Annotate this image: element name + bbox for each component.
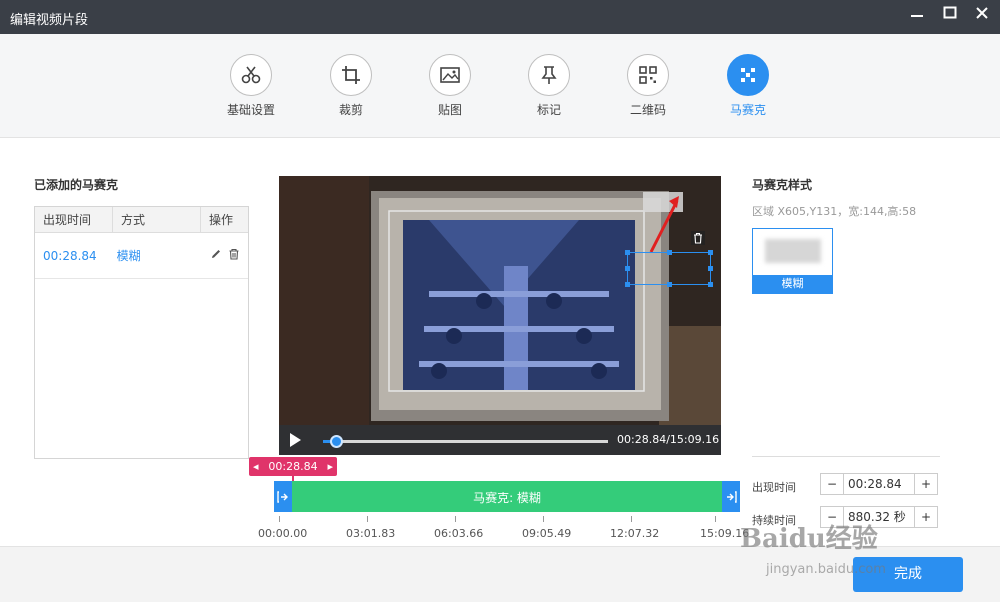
- track-end-handle[interactable]: [722, 481, 740, 512]
- axis-tick-label: 12:07.32: [610, 527, 660, 540]
- axis-tick: [455, 516, 456, 522]
- column-header: 出现时间: [35, 207, 113, 232]
- axis-tick: [279, 516, 280, 522]
- tool-label: 裁剪: [338, 103, 363, 117]
- style-option-label: 模糊: [753, 275, 832, 293]
- axis-tick: [543, 516, 544, 522]
- tool-mosaic[interactable]: 马赛克: [708, 54, 788, 118]
- tool-crop[interactable]: 裁剪: [311, 54, 391, 118]
- axis-tick-label: 03:01.83: [346, 527, 396, 540]
- column-header: 方式: [113, 207, 201, 232]
- tool-label: 标记: [536, 103, 561, 117]
- resize-handle[interactable]: [708, 250, 713, 255]
- row-mode: 模糊: [116, 249, 141, 263]
- mosaic-track[interactable]: 马赛克: 模糊: [274, 481, 740, 512]
- window-title: 编辑视频片段: [10, 13, 89, 28]
- track-label: 马赛克: 模糊: [473, 491, 541, 505]
- pin-icon: [528, 54, 570, 96]
- edit-icon[interactable]: [210, 248, 222, 263]
- marker-time: 00:28.84: [268, 460, 318, 473]
- image-icon: [429, 54, 471, 96]
- added-mosaic-title: 已添加的马赛克: [34, 178, 119, 192]
- tool-qrcode[interactable]: 二维码: [608, 54, 688, 118]
- watermark-url: jingyan.baidu.com: [766, 562, 886, 577]
- list-item[interactable]: 00:28.84 模糊: [35, 233, 248, 279]
- list-header: 出现时间 方式 操作: [35, 207, 248, 233]
- tool-label: 贴图: [437, 103, 462, 117]
- increment-button[interactable]: +: [915, 474, 937, 494]
- resize-handle[interactable]: [625, 266, 630, 271]
- mosaic-icon: [727, 54, 769, 96]
- resize-handle[interactable]: [625, 250, 630, 255]
- delete-icon[interactable]: [691, 231, 705, 248]
- watermark-logo: Baidu经验: [740, 524, 878, 554]
- style-option-blur[interactable]: 模糊: [752, 228, 833, 294]
- tool-label: 基础设置: [226, 103, 275, 117]
- start-time-stepper[interactable]: − 00:28.84 +: [820, 473, 938, 495]
- resize-handle[interactable]: [708, 282, 713, 287]
- tool-label: 二维码: [629, 103, 666, 117]
- axis-tick-label: 06:03.66: [434, 527, 484, 540]
- divider: [752, 456, 940, 457]
- video-preview[interactable]: [279, 176, 721, 425]
- player-controls: 00:28.84/15:09.16: [279, 425, 721, 455]
- row-time: 00:28.84: [43, 248, 97, 263]
- axis-tick: [367, 516, 368, 522]
- video-frame: [279, 176, 721, 425]
- resize-handle[interactable]: [667, 282, 672, 287]
- progress-knob[interactable]: [330, 435, 343, 448]
- progress-bar[interactable]: [323, 440, 608, 443]
- axis-tick-label: 09:05.49: [522, 527, 572, 540]
- start-time-label: 出现时间: [752, 481, 796, 494]
- delete-icon[interactable]: [228, 248, 240, 263]
- editor-toolbar: 基础设置 裁剪 贴图 标记 二维码 马赛克: [0, 34, 1000, 138]
- resize-handle[interactable]: [708, 266, 713, 271]
- column-header: 操作: [209, 213, 234, 227]
- timeline-axis: [279, 516, 716, 524]
- crop-icon: [330, 54, 372, 96]
- start-time-field[interactable]: 00:28.84: [843, 474, 915, 494]
- resize-handle[interactable]: [625, 282, 630, 287]
- tool-mark[interactable]: 标记: [509, 54, 589, 118]
- playhead-marker[interactable]: ◂ 00:28.84 ▸: [249, 457, 337, 476]
- axis-tick: [631, 516, 632, 522]
- axis-tick: [715, 516, 716, 522]
- minimize-icon[interactable]: [905, 6, 929, 28]
- mosaic-style-title: 马赛克样式: [752, 178, 813, 192]
- decrement-button[interactable]: −: [821, 474, 843, 494]
- chevron-left-icon[interactable]: ◂: [253, 460, 259, 473]
- tool-sticker[interactable]: 贴图: [410, 54, 490, 118]
- resize-handle[interactable]: [667, 250, 672, 255]
- mosaic-region-box[interactable]: [625, 250, 713, 287]
- tool-basic-settings[interactable]: 基础设置: [211, 54, 291, 118]
- title-bar: 编辑视频片段: [0, 0, 1000, 34]
- tool-label: 马赛克: [729, 103, 766, 117]
- chevron-right-icon[interactable]: ▸: [327, 460, 333, 473]
- play-icon[interactable]: [287, 432, 305, 450]
- axis-tick-label: 00:00.00: [258, 527, 308, 540]
- increment-button[interactable]: +: [915, 507, 937, 527]
- close-icon[interactable]: [970, 6, 994, 28]
- time-display: 00:28.84/15:09.16: [617, 433, 720, 446]
- region-info: 区域 X605,Y131，宽:144,高:58: [752, 205, 917, 218]
- qrcode-icon: [627, 54, 669, 96]
- scissors-icon: [230, 54, 272, 96]
- maximize-icon[interactable]: [938, 6, 962, 28]
- blur-preview: [765, 239, 821, 263]
- mosaic-list: 出现时间 方式 操作 00:28.84 模糊: [34, 206, 249, 459]
